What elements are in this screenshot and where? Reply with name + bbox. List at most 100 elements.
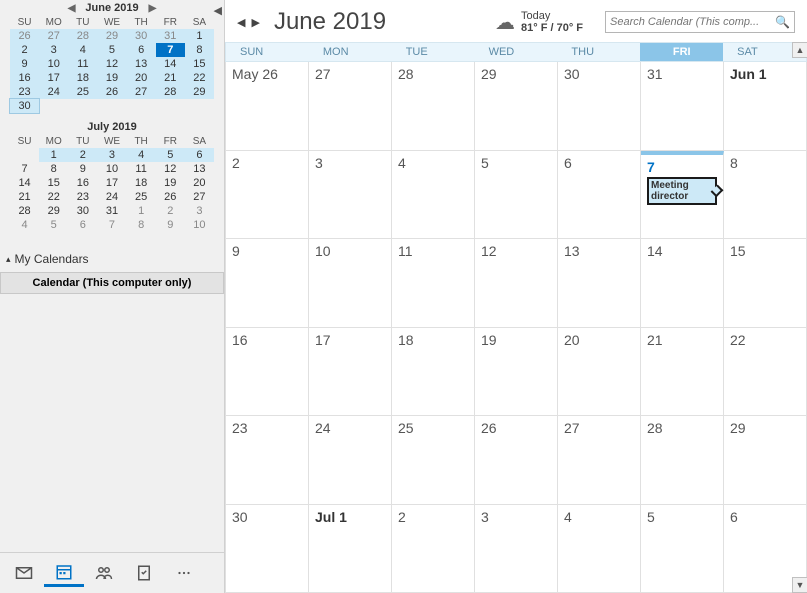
mini-day[interactable]: 28 xyxy=(156,85,185,99)
mini-day[interactable]: 3 xyxy=(39,43,68,57)
mini-day[interactable]: 30 xyxy=(127,29,156,43)
mini-day[interactable]: 9 xyxy=(156,218,185,232)
day-cell[interactable]: 11 xyxy=(392,239,475,328)
day-cell[interactable]: Jul 1 xyxy=(309,505,392,593)
calendar-event[interactable]: Meeting director xyxy=(647,177,717,205)
mini-day[interactable]: 28 xyxy=(10,204,39,218)
mini-day[interactable]: 8 xyxy=(127,218,156,232)
mini-next-icon[interactable]: ▶ xyxy=(145,3,161,14)
mini-day[interactable]: 14 xyxy=(10,176,39,190)
scroll-up-icon[interactable]: ▲ xyxy=(792,42,807,58)
day-cell[interactable]: 31 xyxy=(641,62,724,151)
mini-day[interactable]: 12 xyxy=(97,57,126,71)
day-cell[interactable]: 8 xyxy=(724,151,807,240)
mini-day[interactable]: 27 xyxy=(127,85,156,99)
day-cell[interactable]: 30 xyxy=(226,505,309,593)
mini-day[interactable]: 29 xyxy=(185,85,214,99)
mini-day[interactable]: 3 xyxy=(97,148,126,162)
day-cell[interactable]: 27 xyxy=(558,416,641,505)
search-input[interactable] xyxy=(610,16,775,28)
calendar-icon[interactable] xyxy=(44,559,84,587)
day-cell[interactable]: 3 xyxy=(309,151,392,240)
day-cell[interactable]: 20 xyxy=(558,328,641,417)
day-cell[interactable]: 4 xyxy=(392,151,475,240)
day-cell[interactable]: 18 xyxy=(392,328,475,417)
weather-widget[interactable]: ☁ Today 81° F / 70° F xyxy=(495,10,583,35)
mini-day[interactable]: 25 xyxy=(127,190,156,204)
more-icon[interactable] xyxy=(164,559,204,587)
day-cell[interactable]: May 26 xyxy=(226,62,309,151)
day-cell[interactable]: 27 xyxy=(309,62,392,151)
mini-day[interactable]: 4 xyxy=(10,218,39,232)
day-cell[interactable]: 23 xyxy=(226,416,309,505)
calendar-list-item[interactable]: Calendar (This computer only) xyxy=(0,272,224,294)
mini-day[interactable]: 28 xyxy=(68,29,97,43)
mini-day[interactable]: 26 xyxy=(97,85,126,99)
mini-day[interactable]: 1 xyxy=(127,204,156,218)
mini-day[interactable]: 31 xyxy=(156,29,185,43)
search-icon[interactable]: 🔍 xyxy=(775,15,790,29)
day-cell[interactable]: 19 xyxy=(475,328,558,417)
mini-day[interactable]: 4 xyxy=(68,43,97,57)
mini-day[interactable]: 7 xyxy=(10,162,39,176)
day-cell[interactable]: 5 xyxy=(475,151,558,240)
mini-day[interactable]: 31 xyxy=(97,204,126,218)
day-cell[interactable]: 10 xyxy=(309,239,392,328)
mini-day[interactable]: 16 xyxy=(10,71,39,85)
mini-day[interactable]: 2 xyxy=(156,204,185,218)
mini-day[interactable]: 24 xyxy=(97,190,126,204)
mini-day[interactable]: 17 xyxy=(39,71,68,85)
mini-day[interactable]: 27 xyxy=(39,29,68,43)
mini-day[interactable]: 14 xyxy=(156,57,185,71)
mini-day[interactable]: 19 xyxy=(97,71,126,85)
mini-day[interactable]: 29 xyxy=(97,29,126,43)
mini-day[interactable]: 11 xyxy=(68,57,97,71)
day-cell[interactable]: 29 xyxy=(475,62,558,151)
day-cell[interactable]: 15 xyxy=(724,239,807,328)
mini-day[interactable]: 15 xyxy=(39,176,68,190)
mini-day[interactable]: 23 xyxy=(68,190,97,204)
day-cell[interactable]: 25 xyxy=(392,416,475,505)
day-cell[interactable]: 17 xyxy=(309,328,392,417)
tasks-icon[interactable] xyxy=(124,559,164,587)
mini-day[interactable]: 24 xyxy=(39,85,68,99)
mini-day[interactable]: 6 xyxy=(185,148,214,162)
day-cell[interactable]: 7Meeting director xyxy=(641,151,724,240)
mini-day[interactable]: 26 xyxy=(10,29,39,43)
mini-day[interactable]: 1 xyxy=(39,148,68,162)
mini-day[interactable]: 10 xyxy=(39,57,68,71)
day-cell[interactable]: 2 xyxy=(226,151,309,240)
mini-day[interactable]: 20 xyxy=(185,176,214,190)
mini-day[interactable]: 21 xyxy=(10,190,39,204)
mini-day[interactable]: 22 xyxy=(39,190,68,204)
mini-day[interactable]: 30 xyxy=(10,99,39,113)
mini-day[interactable]: 2 xyxy=(10,43,39,57)
mini-day[interactable]: 18 xyxy=(68,71,97,85)
mail-icon[interactable] xyxy=(4,559,44,587)
mini-day[interactable]: 29 xyxy=(39,204,68,218)
mini-day[interactable]: 13 xyxy=(185,162,214,176)
collapse-sidebar-icon[interactable]: ◀ xyxy=(214,4,222,17)
mini-day[interactable] xyxy=(10,148,39,162)
day-cell[interactable]: Jun 1 xyxy=(724,62,807,151)
day-cell[interactable]: 28 xyxy=(392,62,475,151)
day-cell[interactable]: 21 xyxy=(641,328,724,417)
mini-day[interactable]: 25 xyxy=(68,85,97,99)
day-cell[interactable]: 28 xyxy=(641,416,724,505)
mini-day[interactable]: 17 xyxy=(97,176,126,190)
mini-day[interactable]: 9 xyxy=(10,57,39,71)
mini-day[interactable]: 10 xyxy=(185,218,214,232)
prev-month-icon[interactable]: ◀ xyxy=(237,16,245,29)
day-cell[interactable]: 30 xyxy=(558,62,641,151)
day-cell[interactable]: 3 xyxy=(475,505,558,593)
mini-day[interactable]: 15 xyxy=(185,57,214,71)
mini-day[interactable]: 11 xyxy=(127,162,156,176)
mini-day[interactable]: 13 xyxy=(127,57,156,71)
mini-day[interactable]: 8 xyxy=(39,162,68,176)
mini-day[interactable]: 9 xyxy=(68,162,97,176)
day-cell[interactable]: 6 xyxy=(558,151,641,240)
day-cell[interactable]: 12 xyxy=(475,239,558,328)
next-month-icon[interactable]: ▶ xyxy=(251,16,259,29)
day-cell[interactable]: 2 xyxy=(392,505,475,593)
mini-day[interactable]: 6 xyxy=(127,43,156,57)
